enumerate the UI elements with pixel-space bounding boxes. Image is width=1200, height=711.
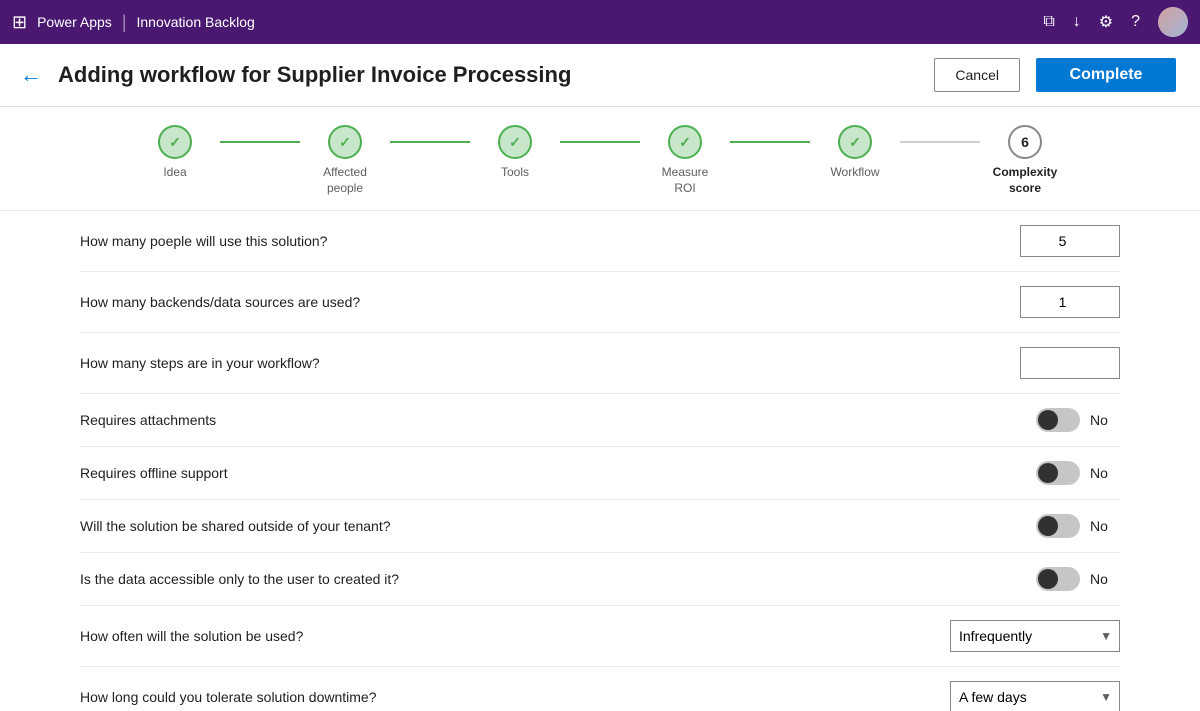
toggle-attachments[interactable] [1036,408,1080,432]
toggle-data-access-wrapper: No [1036,567,1120,591]
connector-3 [560,141,640,143]
step-label-affected: Affectedpeople [323,165,367,196]
toggle-data-access[interactable] [1036,567,1080,591]
label-backends: How many backends/data sources are used? [80,294,1000,310]
toggle-offline-wrapper: No [1036,461,1120,485]
nav-separator: | [122,12,127,33]
step-affected-people: Affectedpeople [300,125,390,196]
toggle-track-attachments [1036,408,1080,432]
step-circle-affected [328,125,362,159]
step-tools: Tools [470,125,560,181]
step-idea: Idea [130,125,220,181]
toggle-label-offline: No [1090,465,1120,481]
cancel-button[interactable]: Cancel [934,58,1020,92]
avatar-image [1158,7,1188,37]
page-title: Adding workflow for Supplier Invoice Pro… [58,62,918,88]
select-frequency[interactable]: Infrequently Occasionally Frequently Dai… [950,620,1120,652]
step-number-complexity: 6 [1021,134,1029,150]
section-name: Innovation Backlog [137,14,255,30]
topbar-right: ⧉ ↓ ⚙ ? [1043,7,1188,37]
form-row-steps: How many steps are in your workflow? [80,333,1120,394]
connector-1 [220,141,300,143]
back-button[interactable]: ← [20,62,42,88]
label-steps: How many steps are in your workflow? [80,355,1000,371]
label-data-access: Is the data accessible only to the user … [80,571,1016,587]
input-steps[interactable] [1020,347,1120,379]
step-label-complexity: Complexityscore [993,165,1058,196]
settings-icon[interactable]: ⚙ [1099,12,1113,32]
form-row-people: How many poeple will use this solution? [80,211,1120,272]
select-downtime-wrapper: A few days A few hours Minutes Seconds ▼ [950,681,1120,711]
toggle-thumb-data-access [1038,569,1058,589]
label-people: How many poeple will use this solution? [80,233,1000,249]
avatar[interactable] [1158,7,1188,37]
toggle-attachments-wrapper: No [1036,408,1120,432]
step-circle-tools [498,125,532,159]
toggle-label-data-access: No [1090,571,1120,587]
step-label-idea: Idea [163,165,186,181]
toggle-track-shared [1036,514,1080,538]
label-attachments: Requires attachments [80,412,1016,428]
form-row-downtime: How long could you tolerate solution dow… [80,667,1120,711]
step-measure-roi: MeasureROI [640,125,730,196]
toggle-thumb-offline [1038,463,1058,483]
step-circle-workflow [838,125,872,159]
toggle-label-shared: No [1090,518,1120,534]
connector-4 [730,141,810,143]
window-icon[interactable]: ⧉ [1043,13,1054,31]
select-downtime[interactable]: A few days A few hours Minutes Seconds [950,681,1120,711]
connector-2 [390,141,470,143]
step-workflow: Workflow [810,125,900,181]
download-icon[interactable]: ↓ [1073,13,1081,31]
form-row-frequency: How often will the solution be used? Inf… [80,606,1120,667]
toggle-shared-wrapper: No [1036,514,1120,538]
input-people[interactable] [1020,225,1120,257]
complete-button[interactable]: Complete [1036,58,1176,92]
toggle-offline[interactable] [1036,461,1080,485]
checkmark-workflow [849,134,861,151]
step-circle-complexity: 6 [1008,125,1042,159]
label-offline: Requires offline support [80,465,1016,481]
grid-icon[interactable]: ⊞ [12,12,27,33]
app-name: Power Apps [37,14,112,30]
checkmark-tools [509,134,521,151]
toggle-label-attachments: No [1090,412,1120,428]
label-frequency: How often will the solution be used? [80,628,930,644]
step-circle-roi [668,125,702,159]
label-downtime: How long could you tolerate solution dow… [80,689,930,705]
form-row-data-access: Is the data accessible only to the user … [80,553,1120,606]
main-content: ← Adding workflow for Supplier Invoice P… [0,44,1200,711]
step-label-workflow: Workflow [830,165,879,181]
form-row-offline: Requires offline support No [80,447,1120,500]
header-row: ← Adding workflow for Supplier Invoice P… [0,44,1200,107]
step-circle-idea [158,125,192,159]
form-row-attachments: Requires attachments No [80,394,1120,447]
form-row-backends: How many backends/data sources are used? [80,272,1120,333]
topbar: ⊞ Power Apps | Innovation Backlog ⧉ ↓ ⚙ … [0,0,1200,44]
toggle-track-offline [1036,461,1080,485]
label-shared: Will the solution be shared outside of y… [80,518,1016,534]
help-icon[interactable]: ? [1131,13,1140,31]
form-row-shared: Will the solution be shared outside of y… [80,500,1120,553]
step-label-roi: MeasureROI [662,165,709,196]
stepper: Idea Affectedpeople Tools MeasureROI [0,107,1200,211]
select-frequency-wrapper: Infrequently Occasionally Frequently Dai… [950,620,1120,652]
toggle-thumb-shared [1038,516,1058,536]
step-complexity: 6 Complexityscore [980,125,1070,196]
checkmark-roi [679,134,691,151]
form-area: How many poeple will use this solution? … [0,211,1200,711]
checkmark-affected [339,134,351,151]
toggle-thumb-attachments [1038,410,1058,430]
input-backends[interactable] [1020,286,1120,318]
checkmark-idea [169,134,181,151]
step-label-tools: Tools [501,165,529,181]
toggle-shared[interactable] [1036,514,1080,538]
toggle-track-data-access [1036,567,1080,591]
connector-5 [900,141,980,143]
